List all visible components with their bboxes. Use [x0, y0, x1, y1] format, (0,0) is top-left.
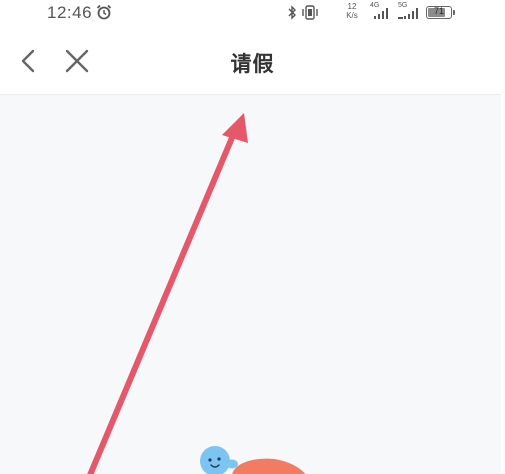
nav-bar: 请假	[0, 26, 505, 94]
bluetooth-icon	[288, 5, 296, 20]
annotation-arrow	[87, 113, 248, 474]
right-edge	[501, 94, 505, 474]
network-speed-value: 12	[347, 2, 357, 11]
phone-screen: 12:46 12 K/s 4G 5G 71 请假	[0, 0, 505, 474]
arrow-shaft	[87, 130, 237, 474]
arrow-head	[222, 113, 248, 143]
page-title: 请假	[230, 52, 275, 76]
system-icons: 12 K/s 4G 5G 71	[288, 2, 458, 24]
signal-icon	[398, 8, 418, 19]
status-time: 12:46	[47, 3, 93, 22]
signal-icon	[374, 8, 388, 19]
vibrate-icon	[302, 5, 318, 20]
content-area	[0, 94, 501, 474]
network-speed-unit: K/s	[346, 11, 358, 20]
battery-tip	[453, 10, 455, 15]
mascot-illustration	[200, 446, 306, 474]
battery-level: 71	[433, 6, 444, 16]
status-bar: 12:46 12 K/s 4G 5G 71	[0, 0, 505, 26]
battery-icon: 71	[426, 6, 455, 19]
alarm-icon	[96, 4, 112, 20]
network-speed: 12 K/s	[342, 2, 362, 20]
